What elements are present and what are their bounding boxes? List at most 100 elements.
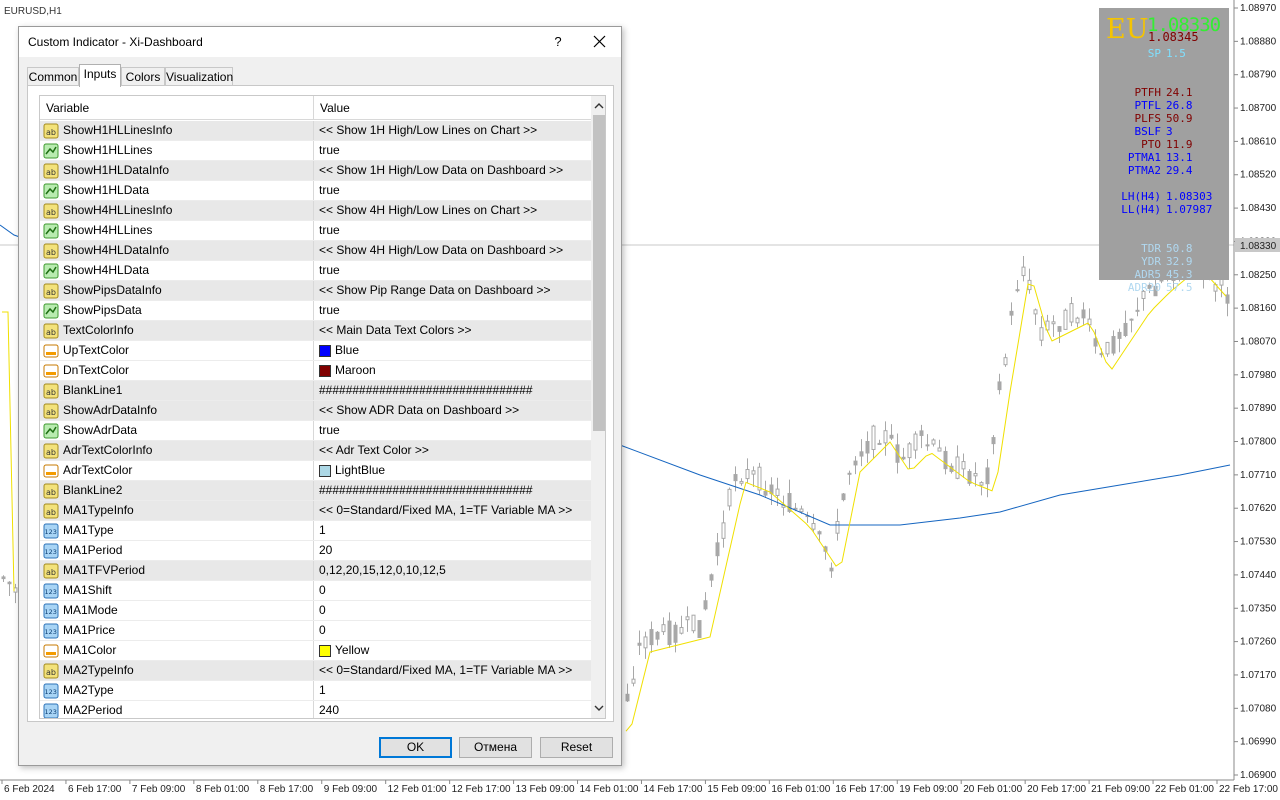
param-row[interactable]: ab ShowH1HLDataInfo << Show 1H High/Low Da… (40, 161, 591, 181)
tab-visualization[interactable]: Visualization (165, 67, 233, 86)
param-row[interactable]: ShowPipsData true (40, 301, 591, 321)
param-row[interactable]: ab ShowH4HLLinesInfo << Show 4H High/Low L… (40, 201, 591, 221)
ok-button[interactable]: OK (379, 737, 452, 758)
dashboard-row-label: PTO (1141, 138, 1161, 151)
param-row[interactable]: ShowH1HLLines true (40, 141, 591, 161)
svg-text:123: 123 (45, 708, 57, 716)
param-value-cell[interactable]: << Show 1H High/Low Data on Dashboard >> (319, 161, 563, 180)
param-row[interactable]: ab BlankLine1 ############################… (40, 381, 591, 401)
param-value-cell[interactable]: << Adr Text Color >> (319, 441, 429, 460)
param-value-cell[interactable]: Yellow (319, 641, 369, 660)
reset-button[interactable]: Reset (540, 737, 613, 758)
param-value-cell[interactable]: 0 (319, 621, 326, 640)
param-value-cell[interactable]: << Show Pip Range Data on Dashboard >> (319, 281, 551, 300)
svg-text:123: 123 (45, 528, 57, 536)
column-variable[interactable]: Variable (40, 96, 314, 120)
param-value-cell[interactable]: << Main Data Text Colors >> (319, 321, 472, 340)
time-tick-label: 20 Feb 17:00 (1027, 784, 1086, 795)
param-value-cell[interactable]: 0 (319, 601, 326, 620)
tab-colors[interactable]: Colors (121, 67, 165, 86)
candle-body (1081, 309, 1086, 319)
param-name: ShowH4HLDataInfo (63, 243, 170, 257)
param-value-cell[interactable]: << Show 4H High/Low Data on Dashboard >> (319, 241, 563, 260)
scroll-down-icon[interactable] (591, 700, 606, 716)
param-value: Maroon (335, 363, 376, 377)
help-button[interactable]: ? (549, 32, 567, 52)
close-button[interactable] (591, 32, 609, 52)
string-type-icon: ab (43, 243, 59, 259)
param-value-cell[interactable]: ################################ (319, 481, 533, 500)
param-value-cell[interactable]: 240 (319, 701, 339, 718)
svg-text:123: 123 (45, 688, 57, 696)
dashboard-row-value: 3 (1166, 125, 1173, 138)
candle-body (679, 627, 684, 634)
param-row[interactable]: UpTextColor Blue (40, 341, 591, 361)
param-value-cell[interactable]: ################################ (319, 381, 533, 400)
param-row[interactable]: ShowH4HLData true (40, 261, 591, 281)
grid-scrollbar[interactable] (591, 96, 606, 718)
param-row[interactable]: ShowH4HLLines true (40, 221, 591, 241)
param-row[interactable]: 123 MA2Period 240 (40, 701, 591, 718)
param-row[interactable]: ab ShowH4HLDataInfo << Show 4H High/Low Da… (40, 241, 591, 261)
param-value-cell[interactable]: true (319, 181, 340, 200)
candle-body (673, 624, 678, 643)
svg-text:ab: ab (46, 168, 56, 177)
param-value-cell[interactable]: 20 (319, 541, 332, 560)
param-row[interactable]: 123 MA1Mode 0 (40, 601, 591, 621)
column-value[interactable]: Value (314, 96, 591, 120)
param-row[interactable]: ab MA2TypeInfo << 0=Standard/Fixed MA, 1=T… (40, 661, 591, 681)
param-row[interactable]: 123 MA1Price 0 (40, 621, 591, 641)
param-row[interactable]: 123 MA1Period 20 (40, 541, 591, 561)
param-row[interactable]: 123 MA1Shift 0 (40, 581, 591, 601)
param-row[interactable]: ab BlankLine2 ############################… (40, 481, 591, 501)
param-row[interactable]: ab MA1TypeInfo << 0=Standard/Fixed MA, 1=T… (40, 501, 591, 521)
param-value: LightBlue (335, 463, 386, 477)
candle-body (865, 441, 870, 454)
param-value-cell[interactable]: true (319, 141, 340, 160)
param-value-cell[interactable]: << Show ADR Data on Dashboard >> (319, 401, 519, 420)
tab-inputs[interactable]: Inputs (79, 64, 121, 87)
param-row[interactable]: ab ShowAdrDataInfo << Show ADR Data on Das… (40, 401, 591, 421)
param-variable-cell: ShowH4HLData (40, 261, 314, 280)
param-row[interactable]: AdrTextColor LightBlue (40, 461, 591, 481)
dialog-titlebar[interactable]: Custom Indicator - Xi-Dashboard ? (19, 27, 621, 57)
param-row[interactable]: ab TextColorInfo << Main Data Text Colors … (40, 321, 591, 341)
tab-common[interactable]: Common (27, 67, 79, 86)
param-variable-cell: ab MA1TFVPeriod (40, 561, 314, 580)
param-value-cell[interactable]: LightBlue (319, 461, 385, 480)
param-value-cell[interactable]: 1 (319, 521, 326, 540)
param-row[interactable]: ShowAdrData true (40, 421, 591, 441)
param-value-cell[interactable]: 0,12,20,15,12,0,10,12,5 (319, 561, 446, 580)
param-row[interactable]: ab AdrTextColorInfo << Adr Text Color >> (40, 441, 591, 461)
xi-dashboard-panel: EU 1.08330 1.08345 SP 1.5 PTFH 24.1 PTFL 26.8… (1099, 8, 1229, 294)
dashboard-row-label: YDR (1141, 255, 1161, 268)
param-row[interactable]: DnTextColor Maroon (40, 361, 591, 381)
param-row[interactable]: 123 MA1Type 1 (40, 521, 591, 541)
param-value-cell[interactable]: true (319, 261, 340, 280)
param-row[interactable]: MA1Color Yellow (40, 641, 591, 661)
param-value-cell[interactable]: << Show 1H High/Low Lines on Chart >> (319, 121, 537, 140)
param-value-cell[interactable]: 0 (319, 581, 326, 600)
dialog-title: Custom Indicator - Xi-Dashboard (28, 35, 203, 49)
param-value-cell[interactable]: true (319, 221, 340, 240)
price-tick-label: 1.06990 (1240, 737, 1277, 748)
param-variable-cell: ab ShowH1HLDataInfo (40, 161, 314, 180)
param-value-cell[interactable]: << 0=Standard/Fixed MA, 1=TF Variable MA… (319, 501, 572, 520)
dashboard-row-label: PTMA2 (1127, 164, 1161, 177)
param-value-cell[interactable]: Maroon (319, 361, 376, 380)
dashboard-row-label: ADR5 (1134, 268, 1162, 281)
param-value-cell[interactable]: 1 (319, 681, 326, 700)
param-value-cell[interactable]: << 0=Standard/Fixed MA, 1=TF Variable MA… (319, 661, 572, 680)
cancel-button[interactable]: Отмена (459, 737, 532, 758)
scroll-thumb[interactable] (593, 115, 605, 431)
param-row[interactable]: ShowH1HLData true (40, 181, 591, 201)
param-row[interactable]: ab MA1TFVPeriod 0,12,20,15,12,0,10,12,5 (40, 561, 591, 581)
param-value-cell[interactable]: << Show 4H High/Low Lines on Chart >> (319, 201, 537, 220)
scroll-up-icon[interactable] (591, 98, 606, 114)
param-row[interactable]: ab ShowPipsDataInfo << Show Pip Range Data… (40, 281, 591, 301)
param-row[interactable]: ab ShowH1HLLinesInfo << Show 1H High/Low L… (40, 121, 591, 141)
param-value-cell[interactable]: Blue (319, 341, 359, 360)
param-value-cell[interactable]: true (319, 421, 340, 440)
param-row[interactable]: 123 MA2Type 1 (40, 681, 591, 701)
param-value-cell[interactable]: true (319, 301, 340, 320)
